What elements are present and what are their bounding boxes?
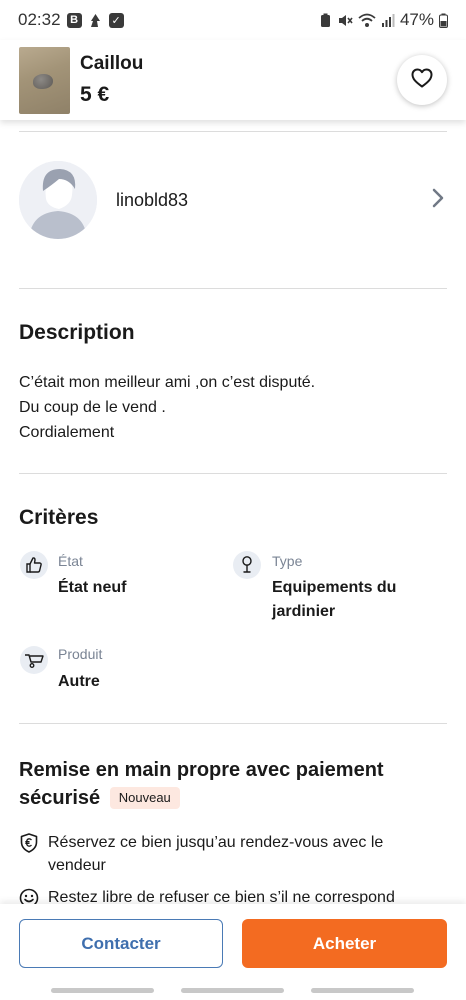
nav-recents-button[interactable]	[51, 988, 154, 993]
criteria-value-type-line: Equipements du	[272, 579, 397, 596]
check-notification-icon: ✓	[108, 12, 124, 28]
criteria-value-produit: Autre	[58, 673, 100, 690]
criteria-value-type: Equipements du jardinier	[272, 576, 396, 624]
battery-saver-icon	[319, 13, 332, 28]
avatar	[19, 161, 97, 239]
criteria-label-etat: État	[58, 553, 83, 569]
product-price: 5 €	[80, 83, 110, 106]
feature-text-line: vendeur	[48, 857, 106, 874]
description-heading: Description	[19, 321, 135, 344]
nav-back-button[interactable]	[311, 988, 414, 993]
seller-name: linobld83	[116, 189, 189, 210]
handoff-title-line2: sécurisé Nouveau	[19, 784, 449, 812]
shovel-icon	[233, 551, 261, 579]
criteria-label-type: Type	[272, 553, 303, 569]
nav-home-button[interactable]	[181, 988, 284, 993]
handoff-title-line: Remise en main propre avec paiement	[19, 759, 384, 781]
product-title: Caillou	[80, 53, 144, 74]
divider	[19, 723, 447, 724]
criteria-value-type-line: jardinier	[272, 603, 336, 620]
criteria-value-etat: État neuf	[58, 579, 127, 596]
wifi-icon	[358, 13, 376, 28]
description-line: Cordialement	[19, 424, 115, 441]
status-time: 02:32	[18, 10, 61, 29]
description-line: C’était mon meilleur ami ,on c’est dispu…	[19, 374, 316, 391]
handoff-title-line: sécurisé	[19, 787, 101, 809]
feature-text: Réservez ce bien jusqu’au rendez-vous av…	[48, 831, 383, 877]
chevron-right-icon	[432, 188, 444, 213]
divider	[19, 131, 447, 132]
seller-row[interactable]: linobld83	[19, 160, 447, 240]
thumbs-up-icon	[20, 551, 48, 579]
b-notification-icon: B	[66, 12, 82, 28]
product-header: Caillou 5 €	[0, 40, 466, 120]
criteria-label-produit: Produit	[58, 646, 103, 662]
product-thumbnail[interactable]	[19, 46, 70, 114]
bottom-action-bar: Contacter Acheter	[0, 904, 466, 1000]
notification-icon	[88, 13, 103, 28]
contact-button[interactable]: Contacter	[19, 919, 223, 968]
divider	[19, 473, 447, 474]
status-right: 47%	[319, 10, 448, 30]
feature-text-line: Réservez ce bien jusqu’au rendez-vous av…	[48, 834, 384, 851]
handoff-title: Remise en main propre avec paiement sécu…	[19, 756, 449, 812]
battery-percent: 47%	[399, 10, 434, 29]
feature-item: Réservez ce bien jusqu’au rendez-vous av…	[19, 831, 447, 877]
mute-icon	[337, 13, 353, 28]
euro-shield-icon	[19, 833, 39, 853]
new-badge: Nouveau	[109, 787, 180, 809]
description-text: C’était mon meilleur ami ,on c’est dispu…	[19, 370, 315, 445]
product-info: Caillou 5 €	[80, 53, 143, 107]
battery-icon	[439, 13, 448, 28]
wheelbarrow-icon	[20, 646, 48, 674]
buy-button[interactable]: Acheter	[242, 919, 447, 968]
signal-icon	[381, 13, 395, 27]
criteria-heading: Critères	[19, 506, 99, 529]
divider	[19, 288, 447, 289]
status-left: 02:32 B ✓	[18, 10, 124, 30]
status-bar: 02:32 B ✓ 47%	[0, 0, 466, 40]
favorite-button[interactable]	[397, 55, 447, 105]
description-line: Du coup de le vend .	[19, 399, 166, 416]
heart-outline-icon	[411, 68, 433, 93]
